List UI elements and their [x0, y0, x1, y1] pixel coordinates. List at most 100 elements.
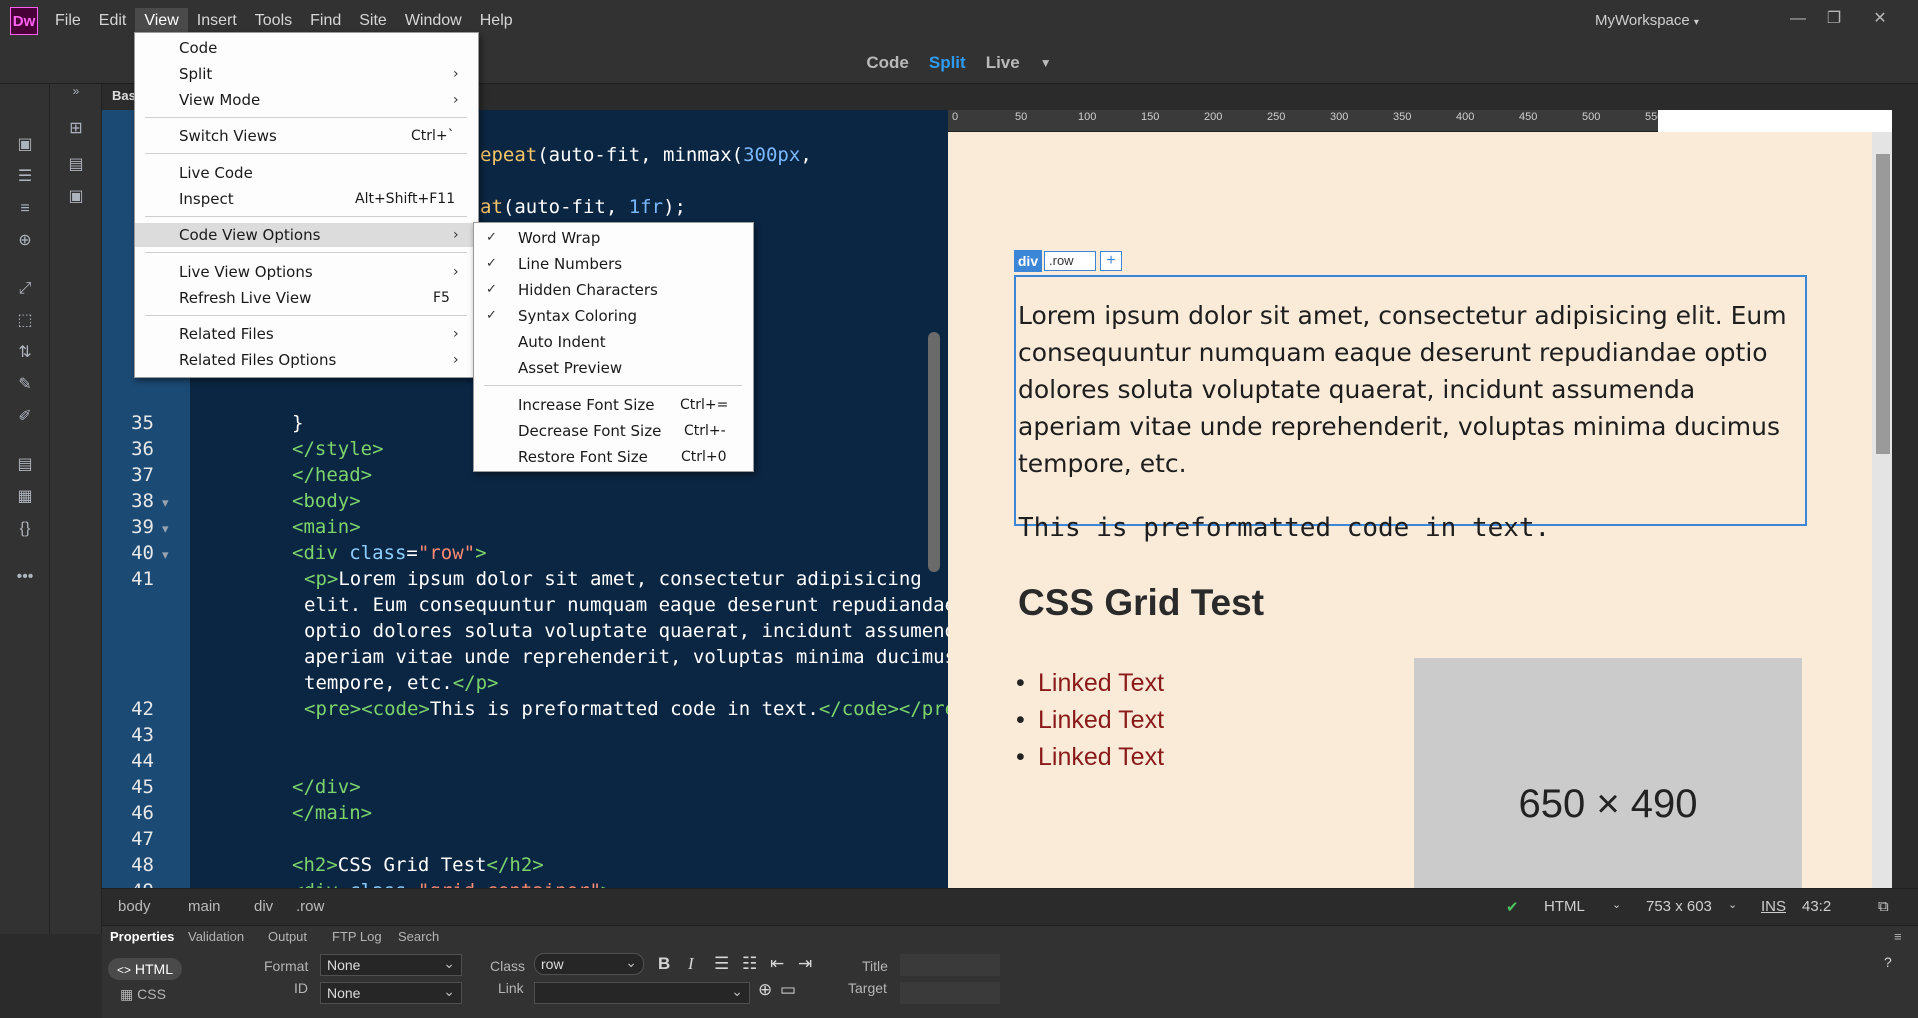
menu-item-refresh-live-view[interactable]: Refresh Live View F5	[135, 286, 478, 310]
point-to-file-icon[interactable]: ⊕	[758, 980, 772, 1000]
assets-icon[interactable]: ▤	[64, 154, 88, 176]
option-asset-preview[interactable]: Asset Preview	[474, 356, 753, 380]
target-select[interactable]	[900, 982, 1000, 1004]
ordered-list-icon[interactable]: ☷	[742, 954, 757, 974]
comment-icon[interactable]: ▤	[14, 454, 36, 476]
fold-arrow-icon[interactable]: ▾	[162, 521, 169, 537]
expand-icon[interactable]: ⤢	[14, 278, 36, 300]
live-dropdown-icon[interactable]: ▼	[1040, 56, 1052, 70]
target-icon[interactable]: ⊕	[14, 230, 36, 252]
more-icon[interactable]: •••	[14, 566, 36, 588]
sitemap-icon[interactable]: ⊞	[64, 118, 88, 140]
document-tab[interactable]: Bas	[112, 88, 136, 103]
menu-edit[interactable]: Edit	[90, 8, 136, 34]
image-placeholder[interactable]: 650 × 490	[1414, 658, 1802, 888]
preformatted-text[interactable]: This is preformatted code in text.	[1018, 513, 1550, 543]
menu-item-view-mode[interactable]: View Mode ›	[135, 88, 478, 112]
menu-item-live-view-options[interactable]: Live View Options ›	[135, 260, 478, 284]
linked-text[interactable]: Linked Text	[1016, 669, 1164, 698]
menu-file[interactable]: File	[46, 8, 90, 34]
maximize-icon[interactable]: ❐	[1820, 6, 1848, 32]
live-view-button[interactable]: Live	[986, 53, 1020, 73]
menu-find[interactable]: Find	[301, 8, 350, 34]
breadcrumb-main[interactable]: main	[188, 898, 221, 915]
briefcase-icon[interactable]: ▣	[64, 186, 88, 208]
tab-output[interactable]: Output	[268, 929, 307, 944]
doc-type-select[interactable]: HTML	[1544, 898, 1585, 915]
menu-tools[interactable]: Tools	[246, 8, 301, 34]
link-input[interactable]	[534, 981, 750, 1004]
split-icon[interactable]: ⇅	[14, 342, 36, 364]
html-mode-button[interactable]: <> HTML	[108, 958, 182, 980]
snippet-icon[interactable]: ▦	[14, 486, 36, 508]
insert-mode[interactable]: INS	[1761, 898, 1786, 915]
element-tag-label[interactable]: div	[1014, 250, 1042, 272]
help-icon[interactable]: ?	[1884, 954, 1892, 970]
tab-ftp-log[interactable]: FTP Log	[332, 929, 382, 944]
breadcrumb-div[interactable]: div	[254, 898, 273, 915]
menu-item-related-files-options[interactable]: Related Files Options ›	[135, 348, 478, 372]
option-syntax-coloring[interactable]: ✓ Syntax Coloring	[474, 304, 753, 328]
italic-button[interactable]: I	[688, 954, 694, 974]
menu-help[interactable]: Help	[471, 8, 522, 34]
menu-item-inspect[interactable]: Inspect Alt+Shift+F11	[135, 187, 478, 211]
code-scrollbar[interactable]	[928, 332, 940, 572]
panel-menu-icon[interactable]: ≡	[1894, 929, 1902, 944]
class-select[interactable]: row	[534, 952, 644, 975]
add-class-button[interactable]: +	[1100, 251, 1122, 271]
minimize-icon[interactable]: —	[1784, 6, 1812, 32]
menu-insert[interactable]: Insert	[188, 8, 246, 34]
unordered-list-icon[interactable]: ☰	[714, 954, 729, 974]
menu-item-code-view-options[interactable]: Code View Options ›	[135, 223, 478, 247]
document-icon[interactable]: ☰	[14, 166, 36, 188]
format-select[interactable]: None	[320, 953, 462, 976]
outdent-icon[interactable]: ⇤	[770, 954, 784, 974]
close-icon[interactable]: ✕	[1866, 6, 1894, 32]
chevron-down-icon[interactable]: ⌄	[1728, 898, 1737, 911]
option-decrease-font-size[interactable]: Decrease Font Size Ctrl+-	[474, 419, 753, 443]
window-size-select[interactable]: 753 x 603	[1646, 898, 1712, 915]
folder-icon[interactable]: ▭	[780, 980, 796, 1000]
braces-icon[interactable]: {}	[14, 518, 36, 540]
brush-icon[interactable]: ✎	[14, 374, 36, 396]
option-restore-font-size[interactable]: Restore Font Size Ctrl+0	[474, 445, 753, 469]
chevron-down-icon[interactable]: ⌄	[1612, 898, 1621, 911]
live-scrollbar-thumb[interactable]	[1876, 154, 1890, 454]
menu-item-switch-views[interactable]: Switch Views Ctrl+`	[135, 124, 478, 148]
css-mode-button[interactable]: ▦ CSS	[120, 986, 166, 1003]
fold-arrow-icon[interactable]: ▾	[162, 495, 169, 511]
tab-validation[interactable]: Validation	[188, 929, 244, 944]
grid-heading[interactable]: CSS Grid Test	[1018, 582, 1264, 624]
option-word-wrap[interactable]: ✓ Word Wrap	[474, 226, 753, 250]
tab-properties[interactable]: Properties	[110, 929, 174, 944]
wand-icon[interactable]: ✐	[14, 406, 36, 428]
expand-panel-icon[interactable]: »	[64, 84, 88, 106]
breadcrumb-row[interactable]: .row	[296, 898, 324, 915]
code-view-button[interactable]: Code	[866, 53, 909, 73]
breadcrumb-body[interactable]: body	[118, 898, 151, 915]
tab-search[interactable]: Search	[398, 929, 439, 944]
live-page[interactable]: Lorem ipsum dolor sit amet, consectetur …	[948, 132, 1872, 888]
linked-text[interactable]: Linked Text	[1016, 743, 1164, 772]
title-input[interactable]	[900, 954, 1000, 976]
option-increase-font-size[interactable]: Increase Font Size Ctrl+=	[474, 393, 753, 417]
live-view[interactable]: 0 50 100 150 200 250 300 350 400 450 500 550 Lorem …	[948, 110, 1892, 888]
indent-icon[interactable]: ⇥	[798, 954, 812, 974]
linked-text[interactable]: Linked Text	[1016, 706, 1164, 735]
menu-view[interactable]: View	[135, 8, 188, 34]
menu-item-live-code[interactable]: Live Code	[135, 161, 478, 185]
option-auto-indent[interactable]: Auto Indent	[474, 330, 753, 354]
bold-button[interactable]: B	[658, 954, 670, 974]
menu-window[interactable]: Window	[396, 8, 471, 34]
menu-item-related-files[interactable]: Related Files ›	[135, 322, 478, 346]
fold-arrow-icon[interactable]: ▾	[162, 547, 169, 563]
menu-site[interactable]: Site	[350, 8, 396, 34]
option-hidden-characters[interactable]: ✓ Hidden Characters	[474, 278, 753, 302]
select-icon[interactable]: ⬚	[14, 310, 36, 332]
id-select[interactable]: None	[320, 981, 462, 1004]
code-navigator-icon[interactable]: ▣	[14, 134, 36, 156]
menu-item-split[interactable]: Split ›	[135, 62, 478, 86]
option-line-numbers[interactable]: ✓ Line Numbers	[474, 252, 753, 276]
menu-item-code[interactable]: Code	[135, 36, 478, 60]
class-field[interactable]: .row	[1044, 251, 1096, 271]
